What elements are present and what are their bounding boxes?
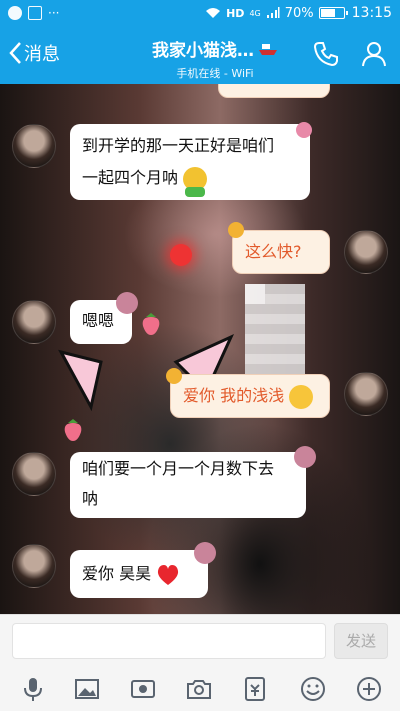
message-line: 一起四个月呐 bbox=[82, 168, 179, 187]
message-line: 到开学的那一天正好是咱们 bbox=[82, 136, 275, 155]
message-bubble[interactable]: 到开学的那一天正好是咱们 一起四个月呐 bbox=[70, 124, 310, 200]
chat-area[interactable]: 到开学的那一天正好是咱们 一起四个月呐 这么快? 嗯嗯 爱你 我的浅浅 咱们要一… bbox=[0, 84, 400, 614]
flower-decoration bbox=[194, 542, 216, 564]
contact-avatar[interactable] bbox=[12, 300, 56, 344]
video-icon[interactable] bbox=[130, 676, 156, 702]
network-label: HD bbox=[226, 6, 245, 20]
message-text: 爱你 我的浅浅 bbox=[183, 386, 285, 405]
chat-header: 消息 我家小猫浅… 手机在线 - WiFi bbox=[0, 28, 400, 84]
back-label: 消息 bbox=[24, 44, 60, 65]
message-bubble[interactable]: 爱你 我的浅浅 bbox=[170, 374, 330, 418]
signal-label: 4G bbox=[249, 8, 261, 18]
signal-icon bbox=[266, 7, 280, 18]
boat-icon bbox=[259, 43, 277, 55]
message-bubble[interactable]: 这么快? bbox=[232, 230, 330, 274]
contact-name: 我家小猫浅… bbox=[152, 41, 254, 61]
heart-icon bbox=[158, 564, 179, 585]
clock: 13:15 bbox=[351, 5, 392, 21]
person-emoji-icon bbox=[183, 166, 208, 197]
input-toolbar bbox=[0, 666, 400, 711]
message-text: 这么快? bbox=[245, 242, 302, 261]
message-text: 嗯嗯 bbox=[82, 311, 115, 330]
chevron-left-icon bbox=[9, 42, 21, 64]
image-icon[interactable] bbox=[74, 676, 100, 702]
profile-icon[interactable] bbox=[360, 40, 388, 68]
my-avatar[interactable] bbox=[344, 372, 388, 416]
battery-percent: 70% bbox=[284, 5, 314, 21]
online-status: 手机在线 - WiFi bbox=[176, 67, 254, 80]
gold-decoration bbox=[166, 368, 182, 384]
contact-avatar[interactable] bbox=[12, 124, 56, 168]
send-button[interactable]: 发送 bbox=[334, 623, 388, 659]
emoji-icon[interactable] bbox=[300, 676, 326, 702]
input-bar: 发送 bbox=[0, 614, 400, 666]
message-line: 咱们要一个月一个月数下去 bbox=[82, 459, 275, 478]
red-packet-icon[interactable] bbox=[242, 676, 268, 702]
message-text: 爱你 昊昊 bbox=[82, 564, 152, 583]
qq-notification-icon bbox=[8, 6, 22, 20]
phone-call-icon[interactable] bbox=[312, 40, 340, 68]
battery-icon bbox=[318, 7, 348, 19]
wink-emoji-icon bbox=[289, 384, 314, 409]
message-line: 呐 bbox=[82, 489, 99, 508]
contact-avatar[interactable] bbox=[12, 452, 56, 496]
message-bubble[interactable]: 咱们要一个月一个月数下去 呐 bbox=[70, 452, 306, 518]
camera-icon[interactable] bbox=[186, 676, 212, 702]
more-notifications-label: ··· bbox=[48, 6, 60, 20]
flower-decoration bbox=[116, 292, 138, 314]
message-input[interactable] bbox=[12, 623, 326, 659]
mic-icon[interactable] bbox=[20, 676, 46, 702]
flower-decoration bbox=[294, 446, 316, 468]
partial-message-bubble[interactable] bbox=[218, 84, 330, 98]
flower-decoration bbox=[296, 122, 312, 138]
my-avatar[interactable] bbox=[344, 230, 388, 274]
back-button[interactable]: 消息 bbox=[8, 40, 60, 66]
contact-avatar[interactable] bbox=[12, 544, 56, 588]
message-bubble[interactable]: 爱你 昊昊 bbox=[70, 550, 208, 598]
status-bar: ··· HD 4G 70% 13:15 bbox=[0, 0, 400, 28]
wifi-icon bbox=[206, 8, 221, 18]
image-notification-icon bbox=[28, 6, 42, 20]
strawberry-icon bbox=[64, 419, 82, 441]
background-lamp bbox=[170, 244, 192, 266]
gold-decoration bbox=[228, 222, 244, 238]
plus-icon[interactable] bbox=[356, 676, 382, 702]
contact-title[interactable]: 我家小猫浅… 手机在线 - WiFi bbox=[140, 36, 290, 81]
